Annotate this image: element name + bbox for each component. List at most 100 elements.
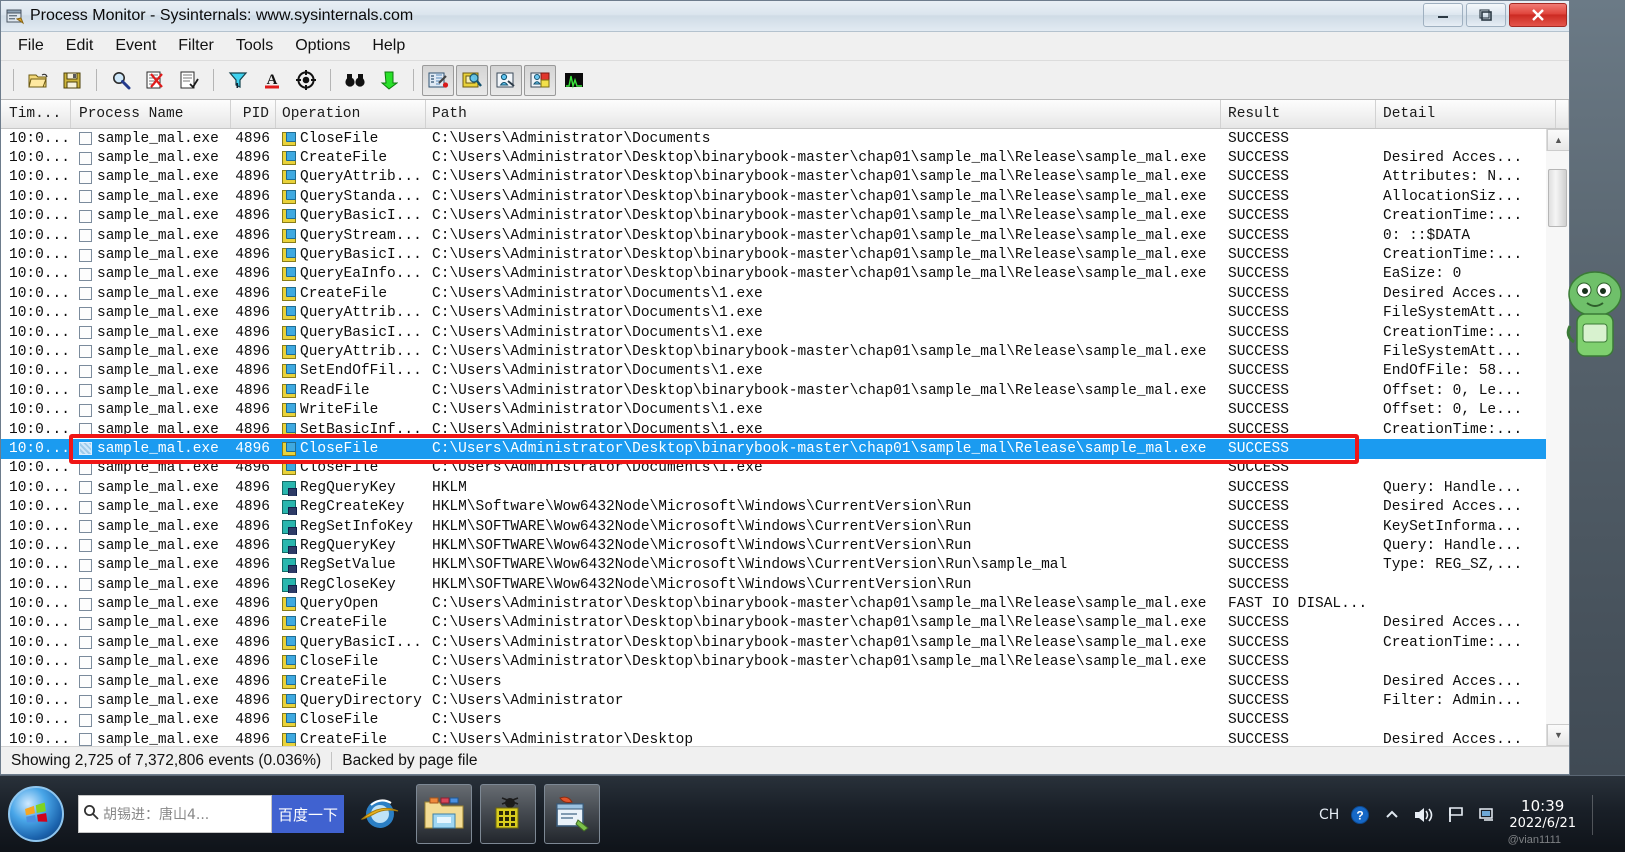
process-thumbnail-icon (79, 229, 92, 243)
table-row[interactable]: 10:0... sample_mal.exe 4896 CreateFile C:\Us… (1, 148, 1569, 167)
table-row[interactable]: 10:0... sample_mal.exe 4896 QueryAttrib... C… (1, 168, 1569, 187)
cell-time: 10:0... (9, 596, 70, 613)
table-row[interactable]: 10:0... sample_mal.exe 4896 CloseFile C:\Use… (1, 711, 1569, 730)
cell-path: C:\Users\Administrator\Desktop\binaryboo… (432, 343, 1207, 360)
cell-operation: QueryEaInfo... (276, 266, 426, 282)
window-titlebar[interactable]: Process Monitor - Sysinternals: www.sysi… (1, 1, 1569, 32)
menu-help[interactable]: Help (361, 34, 416, 58)
show-process-activity-icon[interactable] (524, 64, 556, 96)
maximize-button[interactable] (1466, 3, 1506, 27)
ime-indicator[interactable]: CH (1319, 807, 1339, 823)
clock[interactable]: 10:39 2022/6/21 (1509, 797, 1576, 832)
column-header-pid[interactable]: PID (231, 100, 276, 128)
menu-event[interactable]: Event (104, 34, 167, 58)
search-box[interactable]: 胡锡进：唐山4... (78, 795, 272, 833)
column-header-result[interactable]: Result (1221, 100, 1376, 128)
search-input[interactable]: 胡锡进：唐山4... (103, 804, 209, 824)
table-row[interactable]: 10:0... sample_mal.exe 4896 QueryOpen C:\Use… (1, 594, 1569, 613)
table-row[interactable]: 10:0... sample_mal.exe 4896 CreateFile C:\Us… (1, 672, 1569, 691)
cell-time: 10:0... (9, 188, 70, 205)
minimize-button[interactable] (1423, 3, 1463, 27)
start-button[interactable] (8, 786, 64, 842)
chevron-up-icon[interactable] (1381, 804, 1403, 826)
table-row[interactable]: 10:0... sample_mal.exe 4896 RegCreateKey HKL… (1, 497, 1569, 516)
table-row[interactable]: 10:0... sample_mal.exe 4896 CloseFile C:\Use… (1, 653, 1569, 672)
menu-tools[interactable]: Tools (225, 34, 284, 58)
menu-filter[interactable]: Filter (167, 34, 225, 58)
table-row[interactable]: 10:0... sample_mal.exe 4896 QueryBasicI... C… (1, 633, 1569, 652)
internet-explorer-icon[interactable] (352, 784, 408, 844)
show-profiling-events-icon[interactable] (558, 65, 590, 96)
network-icon[interactable] (1477, 804, 1499, 826)
table-row[interactable]: 10:0... sample_mal.exe 4896 QueryBasicI... C… (1, 323, 1569, 342)
show-registry-activity-icon[interactable] (422, 64, 454, 96)
registry-operation-icon (282, 519, 297, 535)
cell-process-name: sample_mal.exe (71, 635, 231, 651)
open-icon[interactable] (22, 65, 54, 96)
column-header-path[interactable]: Path (426, 100, 1221, 128)
cell-path: C:\Users\Administrator\Documents\1.exe (432, 363, 763, 380)
save-icon[interactable] (56, 65, 88, 96)
jump-to-icon[interactable] (373, 65, 405, 96)
cell-operation: QueryBasicI... (276, 208, 426, 224)
table-row[interactable]: 10:0... sample_mal.exe 4896 SetBasicInf... C… (1, 420, 1569, 439)
table-row[interactable]: 10:0... sample_mal.exe 4896 ReadFile C:\User… (1, 381, 1569, 400)
autoscroll-icon[interactable] (139, 65, 171, 96)
table-row[interactable]: 10:0... sample_mal.exe 4896 SetEndOfFil... C… (1, 362, 1569, 381)
table-row[interactable]: 10:0... sample_mal.exe 4896 RegSetValue HKLM… (1, 556, 1569, 575)
table-row[interactable]: 10:0... sample_mal.exe 4896 QueryStream... C… (1, 226, 1569, 245)
clear-display-icon[interactable] (173, 65, 205, 96)
table-row[interactable]: 10:0... sample_mal.exe 4896 CloseFile C:\Use… (1, 459, 1569, 478)
show-network-activity-icon[interactable] (490, 64, 522, 96)
cell-time: 10:0... (9, 150, 70, 167)
scroll-down-button[interactable]: ▼ (1547, 724, 1569, 746)
table-row[interactable]: 10:0... sample_mal.exe 4896 CreateFile C:\Us… (1, 284, 1569, 303)
close-button[interactable] (1509, 3, 1567, 27)
table-row[interactable]: 10:0... sample_mal.exe 4896 CloseFile C:\Use… (1, 439, 1569, 459)
cell-process-name: sample_mal.exe (71, 519, 231, 535)
table-row[interactable]: 10:0... sample_mal.exe 4896 QueryBasicI... C… (1, 245, 1569, 264)
table-row[interactable]: 10:0... sample_mal.exe 4896 RegCloseKey HKLM… (1, 575, 1569, 594)
scroll-up-button[interactable]: ▲ (1547, 129, 1569, 151)
table-row[interactable]: 10:0... sample_mal.exe 4896 WriteFile C:\Use… (1, 400, 1569, 419)
table-row[interactable]: 10:0... sample_mal.exe 4896 CloseFile C:\Use… (1, 129, 1569, 148)
help-icon[interactable]: ? (1349, 804, 1371, 826)
windows-explorer-icon[interactable] (416, 784, 472, 844)
table-row[interactable]: 10:0... sample_mal.exe 4896 QueryEaInfo... C… (1, 265, 1569, 284)
process-monitor-icon[interactable] (544, 784, 600, 844)
table-row[interactable]: 10:0... sample_mal.exe 4896 RegQueryKey HKLM… (1, 478, 1569, 497)
table-row[interactable]: 10:0... sample_mal.exe 4896 QueryAttrib... C… (1, 304, 1569, 323)
table-row[interactable]: 10:0... sample_mal.exe 4896 RegSetInfoKey HK… (1, 517, 1569, 536)
table-row[interactable]: 10:0... sample_mal.exe 4896 CreateFile C:\Us… (1, 614, 1569, 633)
column-header-time[interactable]: Tim... (1, 100, 71, 128)
menu-file[interactable]: File (7, 34, 55, 58)
show-file-activity-icon[interactable] (456, 64, 488, 96)
volume-icon[interactable] (1413, 804, 1435, 826)
menu-options[interactable]: Options (284, 34, 361, 58)
cell-detail: Desired Acces... (1383, 499, 1523, 516)
table-row[interactable]: 10:0... sample_mal.exe 4896 QueryAttrib... C… (1, 342, 1569, 361)
find-icon[interactable] (339, 65, 371, 96)
event-list[interactable]: 10:0... sample_mal.exe 4896 CloseFile C:\Use… (1, 129, 1569, 746)
column-header-operation[interactable]: Operation (276, 100, 426, 128)
table-row[interactable]: 10:0... sample_mal.exe 4896 RegQueryKey HKLM… (1, 536, 1569, 555)
action-center-flag-icon[interactable] (1445, 804, 1467, 826)
capture-events-icon[interactable] (105, 65, 137, 96)
filter-icon[interactable] (222, 65, 254, 96)
sample-mal-icon[interactable] (480, 784, 536, 844)
vertical-scrollbar[interactable]: ▲ ▼ (1546, 129, 1569, 746)
table-row[interactable]: 10:0... sample_mal.exe 4896 QueryBasicI... C… (1, 207, 1569, 226)
table-row[interactable]: 10:0... sample_mal.exe 4896 QueryStanda... C… (1, 187, 1569, 206)
process-thumbnail-icon (79, 500, 92, 514)
include-process-icon[interactable] (290, 65, 322, 96)
table-row[interactable]: 10:0... sample_mal.exe 4896 QueryDirectory C… (1, 691, 1569, 710)
baidu-search-button[interactable]: 百度一下 (272, 795, 344, 833)
column-header-detail[interactable]: Detail (1376, 100, 1556, 128)
show-desktop-button[interactable] (1603, 804, 1617, 826)
menu-edit[interactable]: Edit (55, 34, 105, 58)
highlight-icon[interactable]: A (256, 65, 288, 96)
column-header-process[interactable]: Process Name (71, 100, 231, 128)
table-row[interactable]: 10:0... sample_mal.exe 4896 CreateFile C:\Us… (1, 730, 1569, 746)
scrollbar-track[interactable] (1546, 151, 1569, 724)
scrollbar-thumb[interactable] (1548, 169, 1567, 227)
